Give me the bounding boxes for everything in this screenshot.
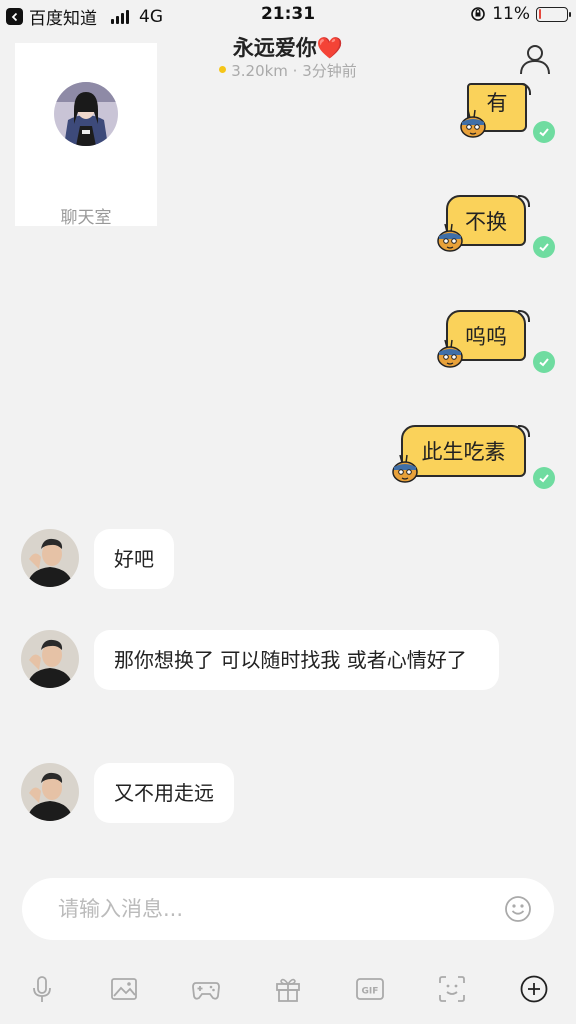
message-text: 又不用走远 <box>114 781 214 805</box>
contact-avatar[interactable] <box>21 763 79 821</box>
sticker-ear <box>518 310 530 322</box>
message-text: 此生吃素 <box>421 440 506 464</box>
message-text: 不换 <box>465 209 507 234</box>
mascot-icon <box>392 454 418 483</box>
received-message[interactable]: 那你想换了 可以随时找我 或者心情好了 <box>94 630 499 690</box>
sent-message[interactable]: 此生吃素 <box>401 425 530 477</box>
message-text: 呜呜 <box>465 324 507 349</box>
chatroom-avatar <box>54 82 118 146</box>
received-message[interactable]: 又不用走远 <box>94 763 234 823</box>
image-icon[interactable] <box>107 972 141 1006</box>
mascot-icon <box>460 109 486 138</box>
message-input-bar <box>22 878 554 940</box>
read-check-icon <box>533 467 555 489</box>
sticker-ear <box>518 195 530 207</box>
gift-icon[interactable] <box>271 972 305 1006</box>
message-input[interactable] <box>58 878 478 940</box>
face-scan-icon[interactable] <box>435 972 469 1006</box>
bottom-toolbar: GIF <box>0 966 576 1012</box>
heart-emoji: ❤️ <box>316 36 344 60</box>
read-check-icon <box>533 121 555 143</box>
read-check-icon <box>533 351 555 373</box>
mascot-icon <box>437 223 463 252</box>
read-check-icon <box>533 236 555 258</box>
profile-icon[interactable] <box>518 42 552 76</box>
orientation-lock-icon <box>471 7 486 21</box>
sticker-ear <box>519 83 531 95</box>
contact-avatar[interactable] <box>21 630 79 688</box>
message-text: 有 <box>486 90 508 115</box>
chatroom-label: 聊天室 <box>60 208 112 228</box>
battery-percent: 11% <box>492 4 530 24</box>
gamepad-icon[interactable] <box>189 972 223 1006</box>
received-message[interactable]: 好吧 <box>94 529 174 589</box>
emoji-icon[interactable] <box>504 895 532 923</box>
chatroom-card[interactable]: 聊天室 <box>15 43 157 228</box>
message-text: 那你想换了 可以随时找我 或者心情好了 <box>114 648 467 672</box>
gif-label: GIF <box>362 987 379 997</box>
microphone-icon[interactable] <box>25 972 59 1006</box>
mascot-icon <box>437 339 463 368</box>
contact-avatar[interactable] <box>21 529 79 587</box>
message-text: 好吧 <box>114 547 154 571</box>
plus-icon[interactable] <box>517 972 551 1006</box>
contact-name: 永远爱你 <box>232 36 317 60</box>
battery-icon <box>536 6 571 22</box>
gif-icon[interactable]: GIF <box>353 972 387 1006</box>
distance-time: 3.20km · 3分钟前 <box>231 62 357 80</box>
sticker-ear <box>518 425 530 437</box>
status-dot <box>219 66 227 73</box>
status-bar: 百度知道 4G 21:31 11% <box>0 0 576 30</box>
